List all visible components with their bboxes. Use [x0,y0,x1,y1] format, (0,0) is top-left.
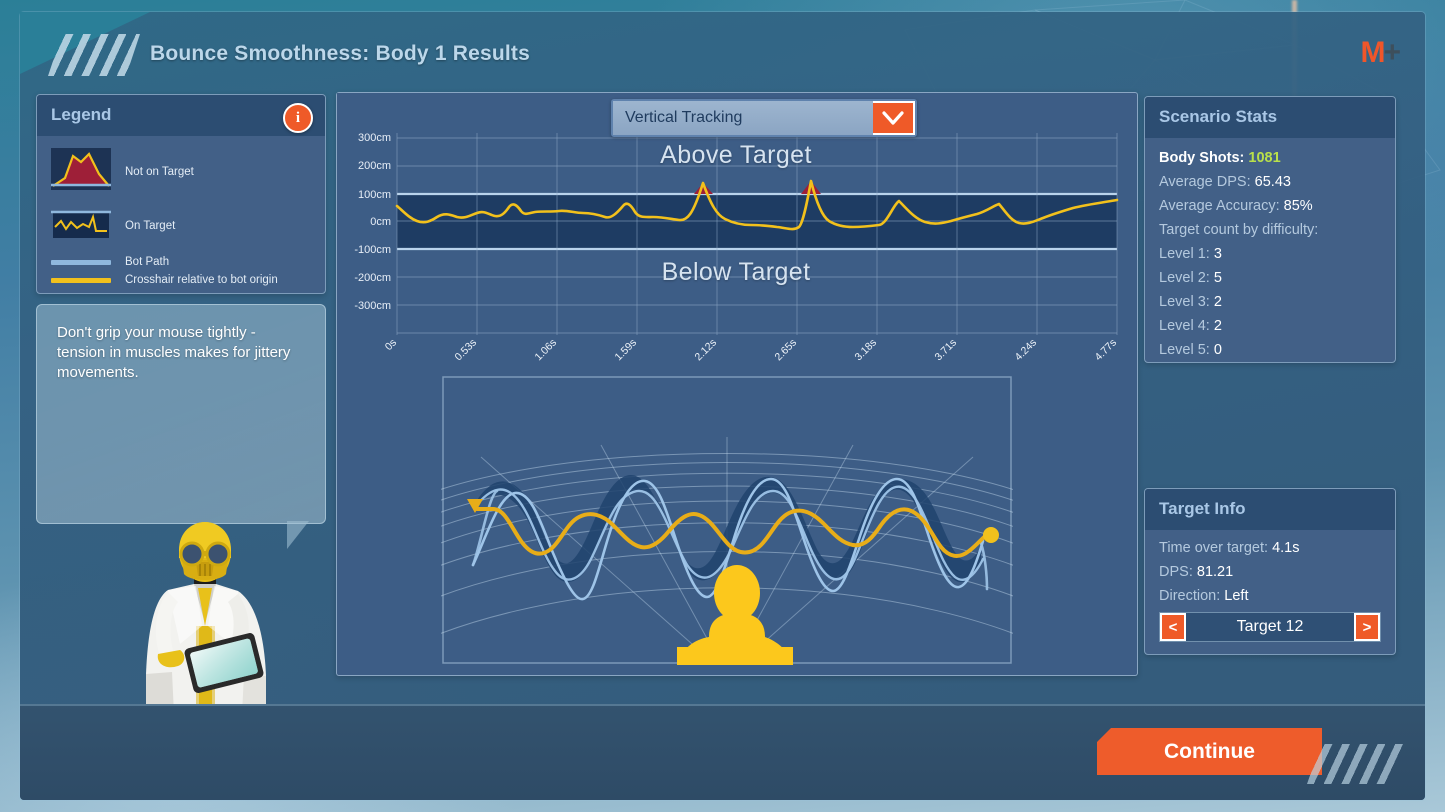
target-value: 81.21 [1196,564,1234,580]
stat-value: 65.43 [1254,174,1291,190]
stat-label: Level 5: [1159,342,1210,358]
logo-m-letter: M [1360,36,1385,69]
target-info-panel: Target Info Time over target: 4.1s DPS: … [1144,488,1396,655]
stat-value: 1081 [1248,150,1281,166]
continue-button[interactable]: Continue [1097,728,1322,775]
target-label: Direction: [1159,588,1221,604]
target-value: 4.1s [1272,540,1300,556]
scenario-stats-body: Body Shots: 1081 Average DPS: 65.43 Aver… [1145,138,1395,370]
stat-value: 5 [1213,270,1222,286]
legend-label-crosshair: Crosshair relative to bot origin [125,274,278,286]
legend-item-bot-path: Bot Path [51,256,311,268]
scientist-character [146,522,266,714]
stat-row: Level 1: 3 [1159,246,1381,262]
app-logo: M+ [1360,36,1400,69]
stat-label: Average Accuracy: [1159,198,1280,214]
previous-target-button[interactable]: < [1160,613,1186,641]
logo-plus-icon: + [1383,36,1400,69]
next-target-button[interactable]: > [1354,613,1380,641]
stat-value: 85% [1283,198,1313,214]
svg-text:-100cm: -100cm [354,244,391,256]
legend-item-on-target: On Target [51,207,311,244]
target-row: Direction: Left [1159,588,1381,604]
scenario-stats-title: Scenario Stats [1159,107,1278,126]
legend-item-not-on-target: Not on Target [51,148,311,195]
tip-text: Don't grip your mouse tightly - tension … [57,324,291,381]
hatch-decoration-bottom-icon [1307,744,1407,784]
scene-3d-view [441,375,1013,665]
above-target-label: Above Target [660,141,812,169]
stat-row: Body Shots: 1081 [1159,150,1381,166]
stat-value: 2 [1213,318,1222,334]
stat-label: Level 1: [1159,246,1210,262]
target-label: DPS: [1159,564,1193,580]
target-navigator: < Target 12 > [1159,612,1381,642]
hatch-decoration-icon [48,34,140,76]
legend-title: Legend [51,105,112,124]
content-area: Legend i Not on Target On Target Bot Pat… [20,84,1425,714]
current-target-label: Target 12 [1236,618,1304,635]
stat-row: Level 2: 5 [1159,270,1381,286]
title-bar: Bounce Smoothness: Body 1 Results M+ [20,12,1425,84]
target-info-body: Time over target: 4.1s DPS: 81.21 Direct… [1145,530,1395,652]
tracking-mode-dropdown[interactable]: Vertical Tracking [611,99,917,137]
stat-label: Level 4: [1159,318,1210,334]
target-value: Left [1224,588,1249,604]
target-row: Time over target: 4.1s [1159,540,1381,556]
stat-value: 0 [1213,342,1222,358]
legend-panel: Legend i Not on Target On Target Bot Pat… [36,94,326,294]
stat-row: Level 3: 2 [1159,294,1381,310]
svg-text:0cm: 0cm [370,216,391,228]
app-root: Bounce Smoothness: Body 1 Results M+ Leg… [0,0,1445,812]
legend-item-crosshair: Crosshair relative to bot origin [51,274,311,286]
stat-value: 2 [1213,294,1222,310]
stat-label: Average DPS: [1159,174,1251,190]
stat-label: Body Shots: [1159,150,1245,166]
stat-row: Average DPS: 65.43 [1159,174,1381,190]
chevron-down-icon[interactable] [873,101,915,135]
legend-label-on-target: On Target [125,219,176,232]
stat-row: Target count by difficulty: [1159,222,1381,238]
scenario-stats-panel: Scenario Stats Body Shots: 1081 Average … [1144,96,1396,363]
stat-row: Level 4: 2 [1159,318,1381,334]
tip-bubble: Don't grip your mouse tightly - tension … [36,304,326,549]
on-target-swatch-icon [51,207,111,244]
legend-body: Not on Target On Target Bot Path Crossha… [37,136,325,298]
tracking-mode-value[interactable]: Vertical Tracking [613,101,873,135]
legend-header: Legend i [37,95,325,136]
info-icon[interactable]: i [283,103,313,133]
svg-text:-300cm: -300cm [354,300,391,312]
page-title: Bounce Smoothness: Body 1 Results [150,42,530,65]
not-on-target-swatch-icon [51,148,111,195]
scenario-stats-header: Scenario Stats [1145,97,1395,138]
target-label: Time over target: [1159,540,1269,556]
stat-row: Average Accuracy: 85% [1159,198,1381,214]
stat-label: Level 2: [1159,270,1210,286]
end-marker-icon [983,527,999,543]
below-target-label: Below Target [661,258,811,286]
graph-panel: 300cm 200cm 100cm 0cm -100cm -200cm -300… [336,92,1138,676]
legend-label-not-on-target: Not on Target [125,165,194,178]
svg-text:100cm: 100cm [358,189,391,201]
crosshair-swatch-icon [51,277,111,283]
target-info-header: Target Info [1145,489,1395,530]
bottom-bar: Continue [20,704,1425,800]
stat-label: Level 3: [1159,294,1210,310]
stat-row: Level 5: 0 [1159,342,1381,358]
bot-path-swatch-icon [51,259,111,265]
stat-value: 3 [1213,246,1222,262]
target-row: DPS: 81.21 [1159,564,1381,580]
target-info-title: Target Info [1159,499,1246,518]
stat-label: Target count by difficulty: [1159,222,1319,238]
legend-label-bot-path: Bot Path [125,256,170,268]
